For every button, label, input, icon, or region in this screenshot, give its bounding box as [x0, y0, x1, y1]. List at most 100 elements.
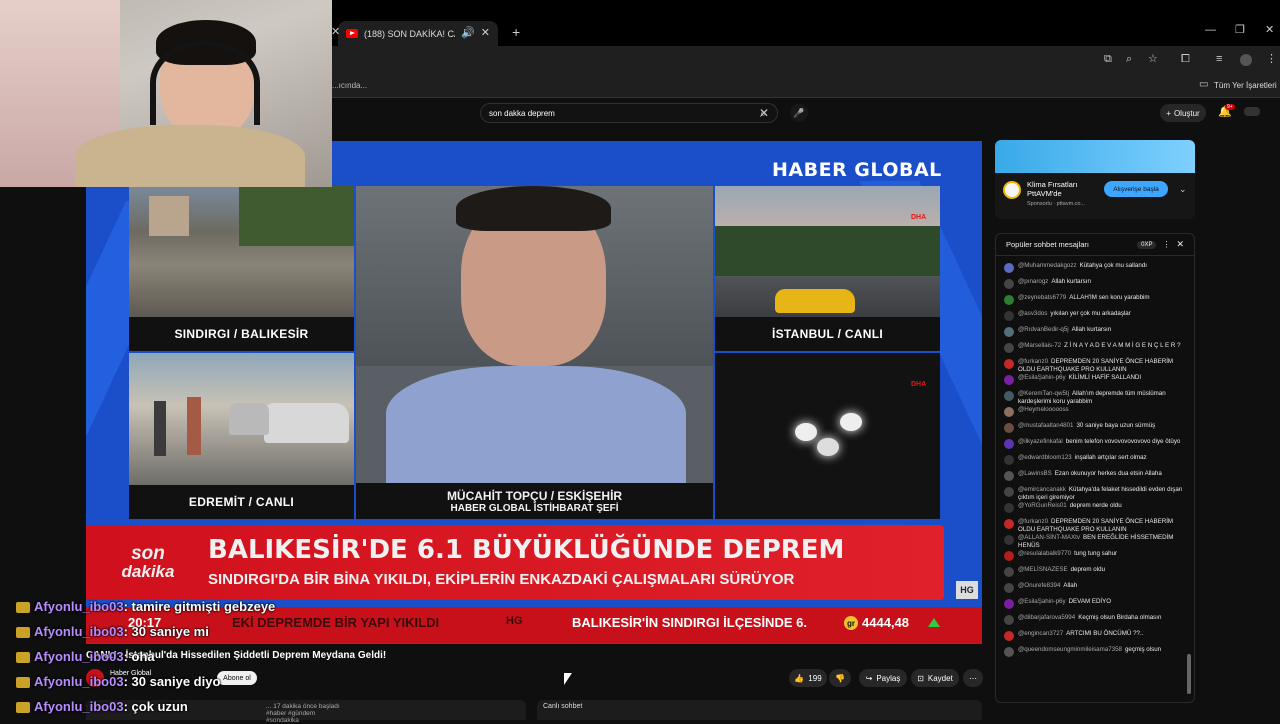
save-button[interactable]: ⊡ Kaydet	[911, 669, 959, 687]
video-player[interactable]: HABER GLOBAL SINDIRGI / BALIKESİR EDREMİ…	[86, 141, 982, 644]
subscribe-button[interactable]: Abone ol	[217, 671, 257, 685]
chat-author[interactable]: @zeynebats6779	[1018, 294, 1066, 301]
chat-author[interactable]: @Onurefe8394	[1018, 582, 1060, 589]
menu-lines-icon[interactable]: ≡	[1216, 54, 1222, 65]
chat-more-icon[interactable]: ⋮	[1162, 240, 1170, 249]
chat-avatar[interactable]	[1004, 327, 1014, 337]
chat-author[interactable]: @Muhammedakgozz	[1018, 262, 1077, 269]
chat-author[interactable]: @edwardbloom123	[1018, 454, 1072, 461]
zoom-icon[interactable]: ⌕	[1126, 54, 1132, 65]
chat-close-icon[interactable]: ✕	[1176, 239, 1184, 250]
chat-message: @edwardbloom123 inşallah artçılar sert ol…	[996, 454, 1194, 469]
bookmark-fragment[interactable]: ...ıcında...	[332, 81, 367, 90]
sub-badge-icon	[16, 602, 30, 614]
chat-avatar[interactable]	[1004, 359, 1014, 369]
chat-author[interactable]: @furkanz0	[1018, 358, 1048, 365]
chat-avatar[interactable]	[1004, 375, 1014, 385]
chat-avatar[interactable]	[1004, 311, 1014, 321]
chat-avatar[interactable]	[1004, 551, 1014, 561]
chat-avatar[interactable]	[1004, 631, 1014, 641]
new-tab-icon[interactable]: +	[512, 25, 520, 39]
chat-avatar[interactable]	[1004, 599, 1014, 609]
chat-avatar[interactable]	[1004, 503, 1014, 513]
chat-avatar[interactable]	[1004, 535, 1014, 545]
chat-avatar[interactable]	[1004, 583, 1014, 593]
chat-avatar[interactable]	[1004, 343, 1014, 353]
chat-message: @queendomseungminmileisama7358 geçmiş ols…	[996, 646, 1194, 661]
chat-author[interactable]: @EsilaŞahin-p6y	[1018, 374, 1066, 381]
chat-avatar[interactable]	[1004, 487, 1014, 497]
chat-avatar[interactable]	[1004, 471, 1014, 481]
chat-author[interactable]: @Marsellais-72	[1018, 342, 1061, 349]
extensions-icon[interactable]: ⧠	[1181, 54, 1190, 65]
like-button[interactable]: 👍 199	[789, 669, 827, 687]
share-button[interactable]: ↪ Paylaş	[859, 669, 907, 687]
create-button[interactable]: + Oluştur	[1160, 104, 1206, 122]
chat-avatar[interactable]	[1004, 407, 1014, 417]
ad-card[interactable]: Klima Fırsatları PttAVM'de Sponsorlu · p…	[995, 140, 1195, 219]
search-input[interactable]: son dakka deprem ✕	[480, 103, 778, 123]
kebab-menu-icon[interactable]: ⋮	[1266, 54, 1277, 65]
all-bookmarks-label[interactable]: Tüm Yer İşaretleri	[1214, 81, 1277, 90]
chat-message-body: @YoRGunReis01 deprem nerde oldu	[1018, 502, 1122, 510]
prev-tab-close-icon[interactable]: ✕	[331, 27, 340, 38]
chat-avatar[interactable]	[1004, 423, 1014, 433]
chat-author[interactable]: @LawinsBS	[1018, 470, 1052, 477]
youtube-favicon-icon	[346, 29, 358, 38]
chevron-down-icon[interactable]: ⌄	[1179, 184, 1187, 195]
tab-active[interactable]: (188) SON DAKİKA! CANLI 🔊 ✕	[338, 21, 498, 46]
chat-author[interactable]: @Heymeloooooss	[1018, 406, 1069, 413]
points-badge[interactable]: 0XP	[1137, 240, 1157, 249]
chat-author[interactable]: @EsilaŞahin-p6y	[1018, 598, 1066, 605]
chat-author[interactable]: @KeremTan-qw5tj	[1018, 390, 1069, 397]
more-actions-button[interactable]: ⋯	[963, 669, 983, 687]
chat-author[interactable]: @MELİSNAZESE	[1018, 566, 1068, 573]
chat-avatar[interactable]	[1004, 455, 1014, 465]
mic-icon[interactable]: 🎤	[790, 104, 808, 122]
chat-text: geçmiş olsun	[1124, 646, 1162, 653]
live-chat-replay-box[interactable]: Canlı sohbet	[537, 700, 982, 720]
chat-author[interactable]: @RıdvanBedir-q5j	[1018, 326, 1069, 333]
chat-avatar[interactable]	[1004, 519, 1014, 529]
chat-avatar[interactable]	[1004, 295, 1014, 305]
chat-scrollbar[interactable]	[1187, 654, 1191, 694]
channel-logo: HABER GLOBAL	[772, 159, 942, 181]
chat-text: KİLİMLİ HAFİF SALLANDI	[1068, 374, 1142, 381]
chat-author[interactable]: @emircancanakk	[1018, 486, 1066, 493]
window-close-icon[interactable]: ✕	[1265, 25, 1274, 36]
dislike-button[interactable]: 👎	[829, 669, 851, 687]
chat-avatar[interactable]	[1004, 567, 1014, 577]
profile-avatar[interactable]	[1240, 54, 1252, 66]
chat-avatar[interactable]	[1004, 391, 1014, 401]
minimize-icon[interactable]: —	[1205, 25, 1216, 36]
chat-avatar[interactable]	[1004, 263, 1014, 273]
chat-author[interactable]: @engincan3727	[1018, 630, 1063, 637]
chat-author[interactable]: @furkanz0	[1018, 518, 1048, 525]
chat-avatar[interactable]	[1004, 439, 1014, 449]
ad-cta-button[interactable]: Alışverişe başla	[1104, 181, 1168, 197]
speaker-icon[interactable]: 🔊	[461, 28, 475, 39]
chat-author[interactable]: @resulalabalk9770	[1018, 550, 1071, 557]
maximize-icon[interactable]: ❐	[1235, 25, 1245, 36]
chat-message-body: @ALLAN-SİNT-MAXtv BEN EREĞLİDE HİSSETMEDİ…	[1018, 534, 1186, 549]
chat-author[interactable]: @pınarogz	[1018, 278, 1048, 285]
chat-message-body: @EsilaŞahin-p6y KİLİMLİ HAFİF SALLANDI	[1018, 374, 1141, 382]
bookmark-star-icon[interactable]: ☆	[1148, 54, 1158, 65]
chat-avatar[interactable]	[1004, 615, 1014, 625]
install-icon[interactable]: ⧉	[1104, 54, 1112, 65]
search-icon[interactable]: ⌕	[760, 107, 767, 119]
chat-avatar[interactable]	[1004, 279, 1014, 289]
chat-author[interactable]: @ilkyazefinkafal	[1018, 438, 1063, 445]
tab-close-icon[interactable]: ✕	[481, 28, 490, 39]
chat-author[interactable]: @ALLAN-SİNT-MAXtv	[1018, 534, 1080, 541]
chat-message: @furkanz0 DEPREMDEN 20 SANİYE ÖNCE HABERİ…	[996, 358, 1194, 373]
chat-author[interactable]: @queendomseungminmileisama7358	[1018, 646, 1122, 653]
chat-author[interactable]: @mustafaaltan4801	[1018, 422, 1073, 429]
chat-author[interactable]: @dilbarjafarova5994	[1018, 614, 1075, 621]
chat-mode-dropdown[interactable]: Popüler sohbet mesajları	[1006, 240, 1131, 249]
chat-avatar[interactable]	[1004, 647, 1014, 657]
chat-message-body: @emircancanakk Kütahya'da felaket hissedi…	[1018, 486, 1186, 501]
chat-author[interactable]: @YoRGunReis01	[1018, 502, 1067, 509]
account-avatar[interactable]	[1244, 107, 1260, 116]
chat-author[interactable]: @asv3dos	[1018, 310, 1047, 317]
